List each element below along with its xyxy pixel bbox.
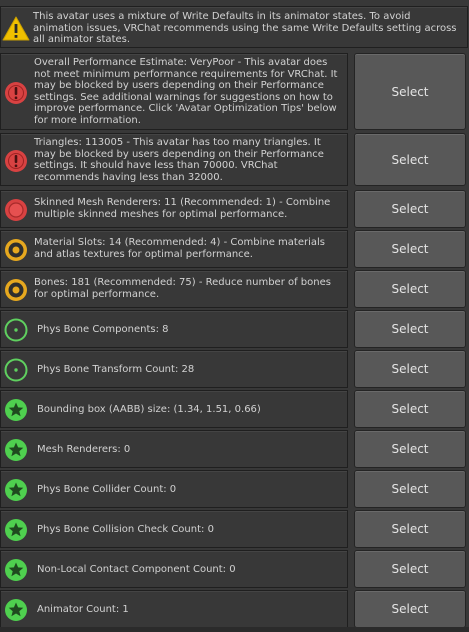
select-button[interactable]: Select	[354, 390, 466, 428]
message-text: Non-Local Contact Component Count: 0	[37, 564, 236, 575]
select-button[interactable]: Select	[354, 470, 466, 508]
message-box: Material Slots: 14 (Recommended: 4) - Co…	[0, 230, 348, 268]
message-box: Bounding box (AABB) size: (1.34, 1.51, 0…	[0, 390, 348, 428]
message-text: Phys Bone Collision Check Count: 0	[37, 524, 214, 535]
message-text: Bones: 181 (Recommended: 75) - Reduce nu…	[34, 277, 331, 300]
green-ring-icon	[4, 358, 28, 386]
green-star-icon	[4, 438, 28, 466]
select-button[interactable]: Select	[354, 350, 466, 388]
orange-circle-icon	[4, 278, 28, 306]
select-button[interactable]: Select	[354, 590, 466, 628]
message-box: Overall Performance Estimate: VeryPoor -…	[0, 53, 348, 130]
red-circle-icon	[4, 198, 28, 226]
message-text: Phys Bone Collider Count: 0	[37, 484, 177, 495]
message-box: Mesh Renderers: 0	[0, 430, 348, 468]
select-button[interactable]: Select	[354, 230, 466, 268]
message-text: Skinned Mesh Renderers: 11 (Recommended:…	[34, 197, 331, 220]
message-text: Triangles: 113005 - This avatar has too …	[34, 137, 324, 183]
green-star-icon	[4, 598, 28, 626]
message-box: Non-Local Contact Component Count: 0	[0, 550, 348, 588]
error-icon	[4, 149, 28, 177]
message-text: Overall Performance Estimate: VeryPoor -…	[34, 57, 338, 126]
select-button[interactable]: Select	[354, 53, 466, 130]
select-button[interactable]: Select	[354, 510, 466, 548]
message-box: Triangles: 113005 - This avatar has too …	[0, 133, 348, 186]
select-button[interactable]: Select	[354, 270, 466, 308]
message-text: Mesh Renderers: 0	[37, 444, 131, 455]
green-ring-icon	[4, 318, 28, 346]
message-box: Bones: 181 (Recommended: 75) - Reduce nu…	[0, 270, 348, 308]
message-text: Phys Bone Components: 8	[37, 324, 169, 335]
banner-text: This avatar uses a mixture of Write Defa…	[33, 11, 457, 46]
error-icon	[4, 81, 28, 109]
message-box: Phys Bone Components: 8	[0, 310, 348, 348]
select-button[interactable]: Select	[354, 430, 466, 468]
select-button[interactable]: Select	[354, 190, 466, 228]
message-box: Phys Bone Transform Count: 28	[0, 350, 348, 388]
warning-icon	[2, 16, 30, 41]
select-button[interactable]: Select	[354, 133, 466, 186]
bottom-edge	[0, 627, 469, 632]
message-text: Animator Count: 1	[37, 604, 129, 615]
message-box: Phys Bone Collision Check Count: 0	[0, 510, 348, 548]
green-star-icon	[4, 398, 28, 426]
select-button[interactable]: Select	[354, 550, 466, 588]
green-star-icon	[4, 518, 28, 546]
green-star-icon	[4, 558, 28, 586]
orange-circle-icon	[4, 238, 28, 266]
message-text: Phys Bone Transform Count: 28	[37, 364, 195, 375]
select-button[interactable]: Select	[354, 310, 466, 348]
message-box: Skinned Mesh Renderers: 11 (Recommended:…	[0, 190, 348, 228]
message-text: Material Slots: 14 (Recommended: 4) - Co…	[34, 237, 325, 260]
message-box: Phys Bone Collider Count: 0	[0, 470, 348, 508]
green-star-icon	[4, 478, 28, 506]
message-box: Animator Count: 1	[0, 590, 348, 628]
write-defaults-warning-banner: This avatar uses a mixture of Write Defa…	[0, 6, 468, 48]
message-text: Bounding box (AABB) size: (1.34, 1.51, 0…	[37, 404, 261, 415]
